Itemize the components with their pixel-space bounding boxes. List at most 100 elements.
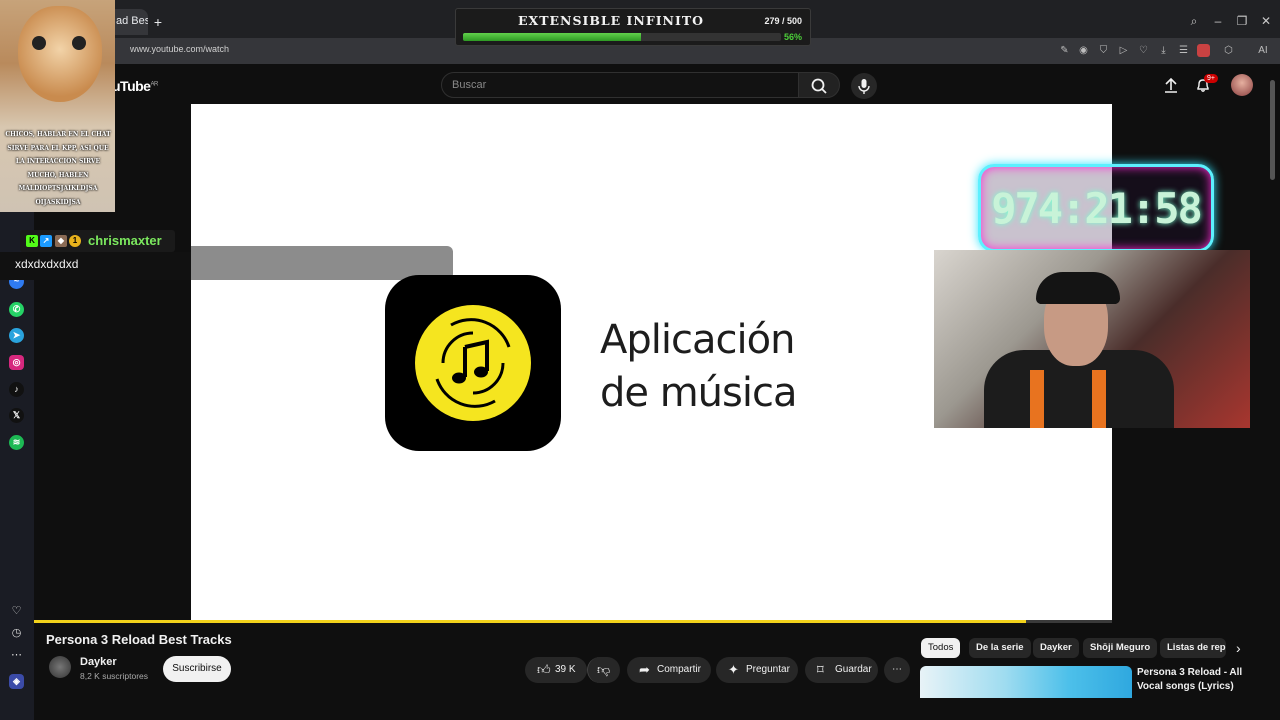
like-button[interactable]: 👍︎ 39 K [525,657,587,683]
webcam-strap-right [1092,370,1106,428]
timer-value: 974:21:58 [991,184,1203,233]
cube-icon[interactable]: ⬡ [1222,44,1235,57]
ask-label: Preguntar [746,664,790,675]
webcam-cap [1036,272,1120,304]
sub-badge-icon: ◆ [55,235,67,247]
channel-name[interactable]: Dayker [80,656,117,668]
url-field[interactable]: www.youtube.com/watch [130,44,229,54]
app-title-text: Aplicación de música [600,314,797,420]
more-icon: ⋯ [892,664,902,675]
share-icon: ➦ [639,662,650,677]
tiktok-icon[interactable]: ♪ [9,382,24,397]
ai-button[interactable]: AI [1252,44,1274,57]
music-note-icon [435,318,511,408]
channel-avatar[interactable] [49,656,71,678]
more-icon[interactable]: ⋯ [9,648,24,663]
save-label: Guardar [835,664,872,675]
history-icon[interactable]: ◷ [9,626,24,641]
stream-timer: 974:21:58 [978,164,1214,252]
app-title-line1: Aplicación [600,317,795,363]
chat-username: chrismaxter [88,233,162,248]
goal-title: EXTENSIBLE INFINITO [517,13,705,28]
bookmark-icon: ⌑ [817,662,824,677]
chip-playlists[interactable]: Listas de rep [1160,638,1226,658]
subscriber-count: 8,2 K suscriptores [80,671,149,681]
video-title: Persona 3 Reload Best Tracks [46,632,232,647]
share-button[interactable]: ➦ Compartir [627,657,711,683]
webcam-feed [934,250,1250,428]
download-icon[interactable]: ⤓ [1157,44,1170,57]
video-progress-bar[interactable] [34,620,1112,623]
save-button[interactable]: ⌑ Guardar [805,657,878,683]
youtube-logo[interactable]: uTubeAR [112,78,158,94]
chevron-right-icon[interactable]: › [1236,640,1241,656]
chip-dayker[interactable]: Dayker [1033,638,1079,658]
region-label: AR [150,81,158,88]
music-disc-icon [415,305,531,421]
chat-user-row: K ↗ ◆ 1 chrismaxter [20,230,175,252]
minimize-icon[interactable]: – [1211,14,1225,28]
close-icon[interactable]: ✕ [1259,14,1273,28]
like-count: 39 K [555,664,576,675]
profile-icon[interactable] [1197,44,1210,57]
new-tab-button[interactable]: + [150,14,166,30]
cat-caption: CHICOS, HABLAR EN EL CHAT SIRVE PARA EL … [5,131,111,206]
search-icon[interactable]: ⌕ [1187,14,1201,28]
webcam-strap-left [1030,370,1044,428]
goal-progress-fill [463,33,642,41]
x-icon[interactable]: 𝕏 [9,408,24,423]
cat-face [18,6,102,102]
chip-shoji[interactable]: Shōji Meguro [1083,638,1158,658]
goal-overlay: EXTENSIBLE INFINITO 279 / 500 56% [455,8,811,46]
ai-label: AI [1258,45,1268,56]
chat-message: xdxdxdxdxd [0,252,191,280]
recommendation-title[interactable]: Persona 3 Reload - All Vocal songs (Lyri… [1137,666,1267,694]
shield-icon[interactable]: ⛉ [1097,44,1110,57]
chip-all[interactable]: Todos [921,638,961,658]
ask-button[interactable]: ✦ Preguntar [716,657,798,683]
notification-badge: 9+ [1204,74,1218,83]
search-input[interactable]: Buscar [441,72,799,98]
thumbs-down-icon: 👎︎ [597,662,611,677]
camera-icon[interactable]: ◉ [1077,44,1090,57]
scrollbar[interactable] [1270,80,1275,180]
goal-percent: 56% [783,32,802,42]
social-sidebar: ~ ✆ ➤ ◎ ♪ 𝕏 ≋ ♡ ◷ ⋯ ◈ [0,210,34,720]
logo-text: uTube [112,78,151,94]
cat-eye-left [32,36,46,50]
extension-icon[interactable]: ◈ [9,674,24,689]
subscribe-button[interactable]: Suscribirse [163,656,231,682]
thumbs-up-icon: 👍︎ [537,662,551,677]
microphone-icon [858,79,870,94]
restore-icon[interactable]: ❐ [1235,14,1249,28]
play-icon[interactable]: ▷ [1117,44,1130,57]
goal-count: 279 / 500 [764,16,802,26]
instagram-icon[interactable]: ◎ [9,355,24,370]
tab-label: ad Best [116,15,148,27]
spotify-icon[interactable]: ≋ [9,435,24,450]
chat-message-text: xdxdxdxdxd [15,257,79,271]
heart-icon[interactable]: ♡ [9,604,24,619]
voice-search-button[interactable] [851,73,877,99]
gift-badge-icon: 1 [69,235,81,247]
youtube-header: uTubeAR Buscar 9+ [0,64,1280,104]
telegram-icon[interactable]: ➤ [9,328,24,343]
heart-icon[interactable]: ♡ [1137,44,1150,57]
menu-icon[interactable]: ☰ [1177,44,1190,57]
whatsapp-icon[interactable]: ✆ [9,302,24,317]
dislike-button[interactable]: 👎︎ [587,657,620,683]
chip-series[interactable]: De la serie [969,638,1031,658]
video-progress-played [34,620,1026,623]
search-placeholder: Buscar [452,79,487,91]
more-actions-button[interactable]: ⋯ [884,657,910,683]
search-button[interactable] [798,72,840,98]
search-icon [811,78,827,94]
edit-icon[interactable]: ✎ [1058,44,1071,57]
cat-eye-right [72,36,86,50]
share-label: Compartir [657,664,701,675]
upload-icon[interactable] [1163,77,1179,93]
music-app-icon [385,275,561,451]
recommendation-thumbnail[interactable] [920,666,1132,698]
app-title-line2: de música [600,370,797,416]
avatar[interactable] [1231,74,1253,96]
